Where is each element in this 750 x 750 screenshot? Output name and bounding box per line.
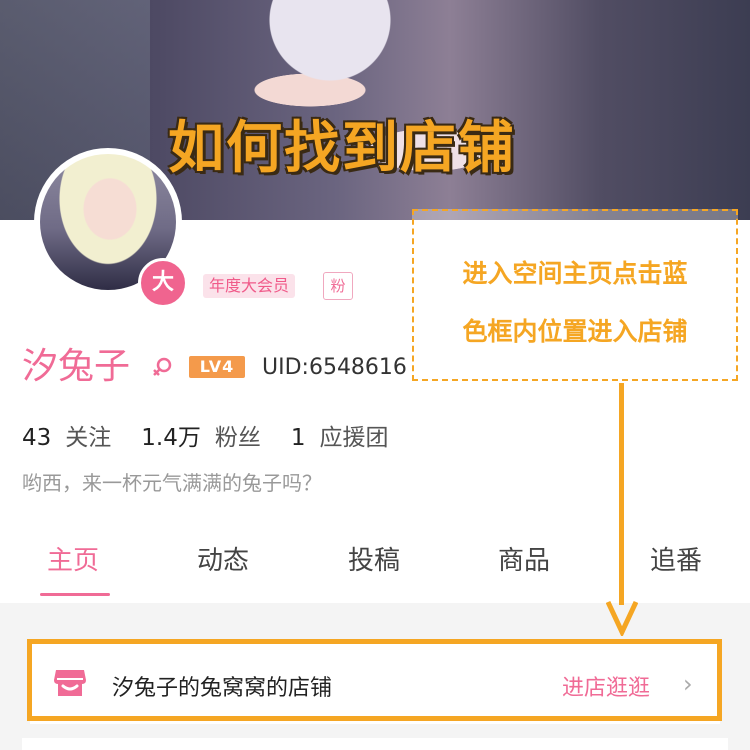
following-count[interactable]: 43: [22, 425, 51, 451]
profile-stats: 43 关注 1.4万 粉丝 1 应援团: [22, 418, 419, 452]
arrow-down-icon: [606, 600, 638, 636]
uid-text: UID:6548616: [262, 355, 407, 380]
following-label[interactable]: 关注: [65, 425, 111, 451]
tab-products[interactable]: 商品: [498, 540, 550, 577]
annotation-arrow-line: [619, 383, 624, 605]
tab-bangumi[interactable]: 追番: [650, 540, 702, 577]
followers-count[interactable]: 1.4万: [141, 425, 201, 451]
followers-label[interactable]: 粉丝: [215, 425, 261, 451]
username: 汐兔子: [22, 346, 131, 387]
annotation-line-1: 进入空间主页点击蓝: [462, 259, 688, 288]
bio: 哟西，来一杯元气满满的兔子吗？: [22, 471, 322, 495]
fan-tag[interactable]: 粉: [323, 272, 353, 300]
tab-dynamic[interactable]: 动态: [197, 540, 249, 577]
banner-title: 如何找到店铺: [168, 116, 516, 181]
fanclub-label[interactable]: 应援团: [320, 425, 389, 451]
store-highlight-frame: [27, 639, 722, 721]
level-badge: LV4: [189, 356, 245, 378]
active-tab-indicator: [40, 593, 110, 596]
fanclub-count[interactable]: 1: [291, 425, 306, 451]
tab-submissions[interactable]: 投稿: [348, 540, 400, 577]
member-level-badge: 大: [138, 258, 188, 308]
annotation-text: 进入空间主页点击蓝 色框内位置进入店铺: [412, 245, 738, 361]
next-card-edge: [22, 738, 728, 750]
annotation-line-2: 色框内位置进入店铺: [462, 317, 688, 346]
profile-tabs: 主页 动态 投稿 商品 追番: [0, 540, 750, 600]
female-icon: [153, 357, 172, 376]
tab-home[interactable]: 主页: [47, 540, 99, 577]
vip-tag[interactable]: 年度大会员: [203, 274, 296, 298]
